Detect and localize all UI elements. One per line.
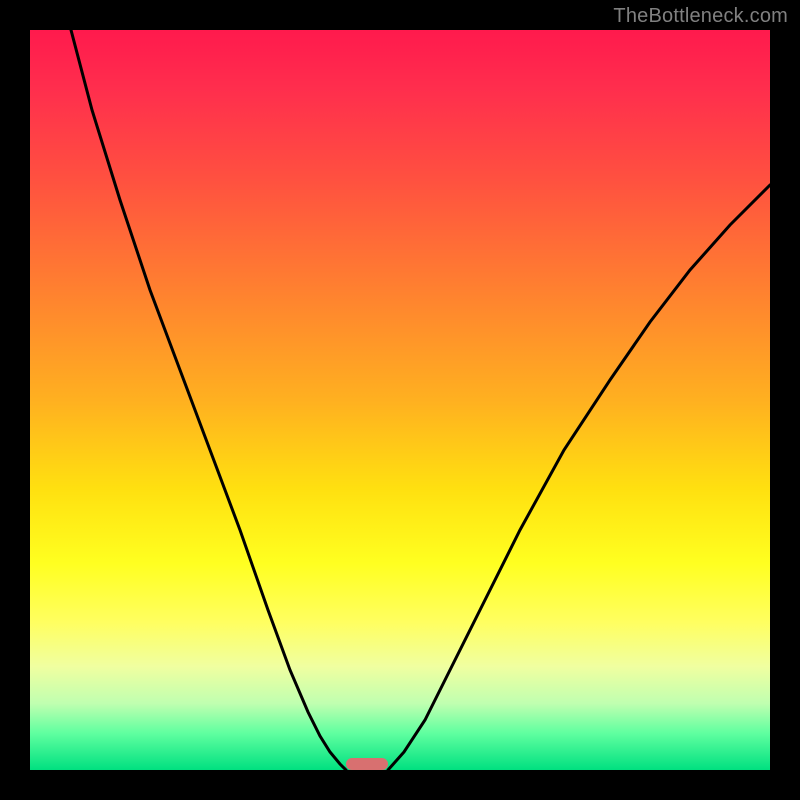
bottleneck-marker [346, 758, 388, 770]
right-curve [388, 185, 770, 770]
curve-layer [30, 30, 770, 770]
chart-frame: TheBottleneck.com [0, 0, 800, 800]
plot-area [30, 30, 770, 770]
watermark-text: TheBottleneck.com [613, 5, 788, 28]
left-curve [71, 30, 346, 770]
